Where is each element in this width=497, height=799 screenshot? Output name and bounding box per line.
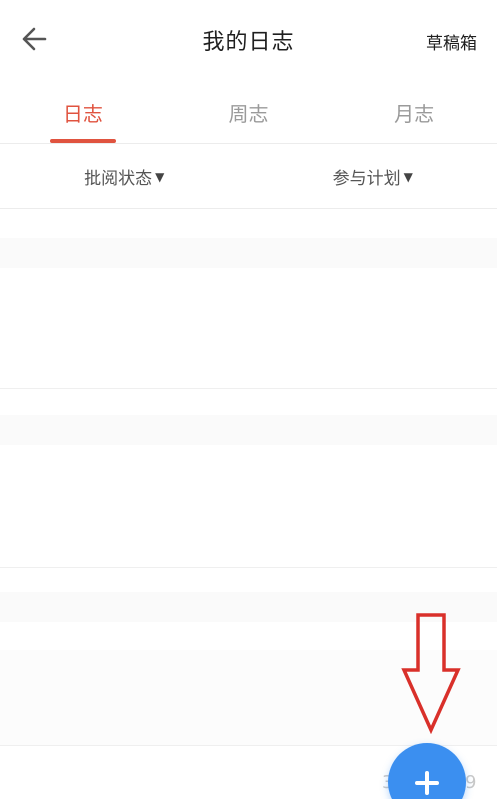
caret-down-icon: ▼	[155, 169, 165, 184]
participating-plan-filter[interactable]: 参与计划 ▼	[249, 145, 497, 208]
review-status-filter[interactable]: 批阅状态 ▼	[0, 145, 249, 208]
drafts-button[interactable]: 草稿箱	[426, 29, 477, 54]
tab-monthly-log-label: 月志	[394, 102, 435, 126]
tab-daily-log-label: 日志	[62, 102, 103, 126]
tab-daily-log[interactable]: 日志	[0, 80, 166, 143]
tab-monthly-log[interactable]: 月志	[331, 80, 497, 143]
list-item-placeholder	[0, 238, 497, 268]
participating-plan-label: 参与计划	[332, 169, 401, 189]
tab-weekly-log-label: 周志	[228, 102, 269, 126]
down-arrow-annotation	[401, 613, 461, 734]
plus-icon	[415, 771, 439, 795]
tab-weekly-log[interactable]: 周志	[166, 80, 332, 143]
tab-bar: 日志 周志 月志	[0, 80, 497, 144]
active-tab-indicator	[49, 139, 116, 143]
list-item-placeholder	[0, 415, 497, 445]
page-title: 我的日志	[202, 30, 295, 55]
review-status-label: 批阅状态	[84, 169, 153, 189]
partial-row-text: 9	[465, 772, 477, 793]
list-divider	[0, 388, 497, 389]
filter-bar: 批阅状态 ▼ 参与计划 ▼	[0, 145, 497, 209]
caret-down-icon: ▼	[403, 169, 413, 184]
top-bar: 我的日志 草稿箱	[0, 0, 497, 80]
list-divider	[0, 567, 497, 568]
